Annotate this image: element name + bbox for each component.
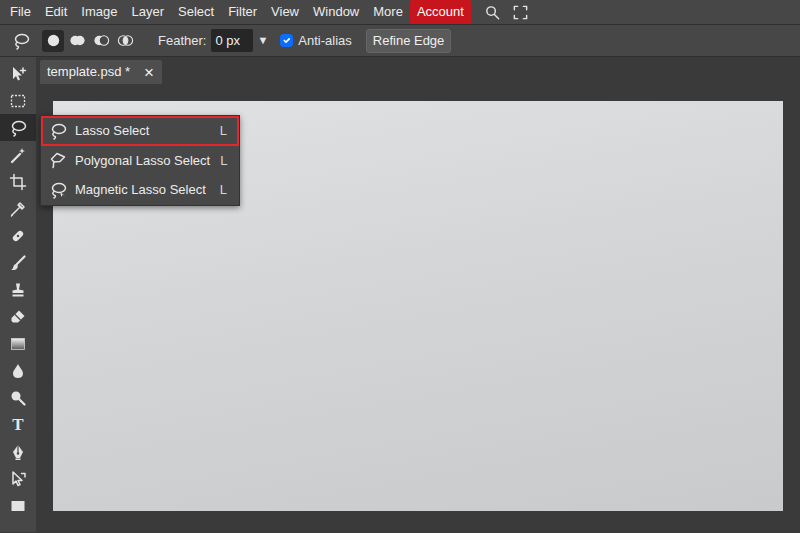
anti-alias-checkbox[interactable] — [280, 34, 293, 47]
current-tool[interactable] — [8, 28, 34, 54]
tool-button[interactable] — [0, 492, 36, 519]
menu-item[interactable]: Layer — [125, 0, 172, 24]
lasso-flyout-menu: Lasso SelectLPolygonal Lasso SelectLMagn… — [40, 115, 240, 206]
flyout-item[interactable]: Magnetic Lasso Select L — [41, 175, 239, 205]
new-selection-icon — [45, 32, 62, 49]
intersect-selection-icon — [117, 32, 134, 49]
flyout-label: Lasso Select — [75, 121, 210, 141]
gradient-icon — [9, 335, 27, 353]
selection-mode-button[interactable] — [114, 30, 136, 52]
tool-button[interactable] — [0, 222, 36, 249]
refine-edge-button[interactable]: Refine Edge — [366, 29, 452, 53]
path-select-icon — [9, 470, 27, 488]
eraser-icon — [9, 308, 27, 326]
shortcut-key: L — [220, 180, 227, 200]
lasso-icon — [9, 119, 27, 137]
marquee-icon — [9, 92, 27, 110]
flyout-label: Magnetic Lasso Select — [75, 180, 210, 200]
flyout-item[interactable]: Polygonal Lasso Select L — [41, 146, 239, 176]
flyout-item[interactable]: Lasso Select L — [41, 116, 239, 146]
subtract-selection-icon — [93, 32, 110, 49]
feather-input[interactable] — [211, 29, 253, 53]
menu-bar: FileEditImageLayerSelectFilterViewWindow… — [0, 0, 800, 25]
crop-icon — [9, 173, 27, 191]
shortcut-key: L — [220, 151, 227, 171]
magic-wand-icon — [9, 146, 27, 164]
tool-button[interactable] — [0, 276, 36, 303]
anti-alias-label[interactable]: Anti-alias — [298, 31, 351, 51]
document-title: template.psd * — [47, 62, 130, 82]
menu-item[interactable]: Filter — [221, 0, 264, 24]
tool-button[interactable] — [0, 465, 36, 492]
search-button[interactable] — [479, 0, 507, 24]
feather-dropdown[interactable]: ▼ — [257, 32, 268, 49]
tool-button[interactable] — [0, 141, 36, 168]
rectangle-icon — [9, 497, 27, 515]
tool-button[interactable] — [0, 384, 36, 411]
tool-button[interactable] — [0, 357, 36, 384]
tool-button[interactable] — [0, 168, 36, 195]
polygonal-lasso-icon — [49, 151, 67, 169]
move-icon — [9, 65, 27, 83]
close-tab-button[interactable]: × — [144, 64, 154, 81]
selection-mode-button[interactable] — [42, 30, 64, 52]
menu-item[interactable]: Window — [306, 0, 366, 24]
tool-button[interactable] — [0, 438, 36, 465]
menu-item[interactable]: File — [3, 0, 38, 24]
search-icon — [484, 4, 501, 21]
eyedropper-icon — [9, 200, 27, 218]
lasso-icon — [12, 32, 30, 50]
document-tab[interactable]: template.psd * × — [40, 60, 162, 84]
selection-mode-button[interactable] — [90, 30, 112, 52]
tool-button[interactable] — [0, 303, 36, 330]
tool-button[interactable] — [0, 195, 36, 222]
magnetic-lasso-icon — [49, 181, 67, 199]
menu-item[interactable]: Edit — [38, 0, 74, 24]
add-selection-icon — [69, 32, 86, 49]
blur-icon — [9, 362, 27, 380]
brush-icon — [9, 254, 27, 272]
tool-button[interactable]: T — [0, 411, 36, 438]
dodge-icon — [9, 389, 27, 407]
menu-item[interactable]: More — [366, 0, 410, 24]
menu-item[interactable]: Account — [410, 0, 471, 24]
menu-item[interactable]: Select — [171, 0, 221, 24]
text-icon: T — [12, 416, 23, 433]
fullscreen-icon — [512, 4, 529, 21]
healing-icon — [9, 227, 27, 245]
tool-button[interactable] — [0, 249, 36, 276]
menu-item[interactable]: View — [264, 0, 306, 24]
lasso-icon — [49, 122, 67, 140]
tool-button[interactable] — [0, 60, 36, 87]
flyout-label: Polygonal Lasso Select — [75, 151, 210, 171]
stamp-icon — [9, 281, 27, 299]
selection-mode-button[interactable] — [66, 30, 88, 52]
tool-button[interactable] — [0, 87, 36, 114]
pen-icon — [9, 443, 27, 461]
feather-label: Feather: — [158, 31, 206, 51]
fullscreen-button[interactable] — [507, 0, 535, 24]
tool-button[interactable] — [0, 114, 36, 141]
tool-button[interactable] — [0, 330, 36, 357]
options-bar: Feather: ▼ Anti-alias Refine Edge — [0, 25, 800, 57]
toolbar: T — [0, 57, 36, 532]
shortcut-key: L — [220, 121, 227, 141]
menu-item[interactable]: Image — [74, 0, 124, 24]
